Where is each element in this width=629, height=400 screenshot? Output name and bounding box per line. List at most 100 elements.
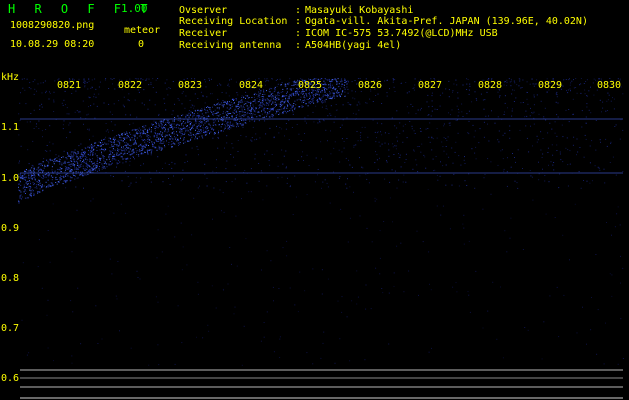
- signal-dot: [331, 84, 333, 86]
- signal-dot: [25, 182, 27, 184]
- signal-dot: [269, 88, 270, 90]
- signal-dot: [232, 147, 234, 149]
- x-tick-label: 0830: [597, 80, 622, 91]
- signal-dot: [80, 165, 82, 167]
- signal-dot: [567, 79, 569, 81]
- signal-dot: [171, 161, 173, 163]
- signal-dot: [449, 228, 451, 230]
- signal-dot: [108, 164, 110, 166]
- signal-dot: [266, 185, 268, 187]
- signal-dot: [166, 79, 168, 81]
- signal-dot: [261, 106, 263, 108]
- signal-dot: [139, 149, 141, 150]
- signal-dot: [399, 133, 401, 134]
- signal-dot: [431, 92, 433, 94]
- signal-dot: [148, 364, 150, 366]
- signal-dot: [141, 148, 143, 149]
- signal-dot: [310, 100, 312, 102]
- signal-dot: [119, 143, 121, 145]
- signal-dot: [44, 150, 46, 152]
- signal-dot: [263, 109, 265, 111]
- signal-dot: [293, 84, 295, 86]
- signal-dot: [264, 84, 266, 86]
- signal-dot: [241, 125, 243, 127]
- signal-dot: [142, 153, 144, 155]
- signal-dot: [67, 175, 69, 177]
- signal-dot: [105, 123, 107, 124]
- signal-dot: [272, 115, 274, 116]
- signal-dot: [189, 128, 191, 130]
- signal-dot: [607, 92, 609, 94]
- signal-dot: [141, 149, 143, 151]
- signal-dot: [69, 131, 71, 133]
- signal-dot: [585, 122, 587, 124]
- signal-dot: [504, 81, 506, 83]
- signal-dot: [543, 116, 545, 118]
- signal-dot: [589, 145, 591, 147]
- signal-dot: [396, 187, 398, 189]
- signal-dot: [63, 175, 65, 177]
- signal-dot: [131, 129, 133, 131]
- signal-dot: [325, 95, 327, 97]
- signal-dot: [153, 141, 155, 143]
- signal-dot: [18, 202, 20, 204]
- signal-dot: [509, 237, 511, 239]
- signal-dot: [506, 81, 508, 83]
- signal-dot: [103, 167, 105, 169]
- signal-dot: [365, 173, 367, 175]
- signal-dot: [110, 151, 112, 153]
- signal-dot: [80, 158, 82, 159]
- signal-dot: [118, 134, 120, 136]
- signal-dot: [24, 89, 26, 91]
- signal-dot: [215, 132, 216, 134]
- signal-dot: [303, 92, 304, 94]
- signal-dot: [338, 177, 340, 179]
- signal-dot: [157, 156, 159, 158]
- signal-dot: [175, 124, 177, 126]
- signal-dot: [273, 96, 275, 98]
- signal-dot: [198, 133, 200, 135]
- signal-dot: [332, 88, 334, 90]
- signal-dot: [66, 107, 68, 109]
- signal-dot: [283, 112, 284, 114]
- signal-dot: [338, 92, 340, 94]
- signal-dot: [509, 125, 511, 127]
- signal-dot: [92, 169, 94, 171]
- x-tick-label: 0829: [538, 80, 563, 91]
- signal-dot: [316, 93, 318, 95]
- signal-dot: [467, 79, 469, 80]
- signal-dot: [169, 88, 171, 89]
- signal-dot: [112, 157, 114, 159]
- signal-dot: [271, 88, 273, 90]
- signal-dot: [206, 185, 208, 187]
- signal-dot: [24, 189, 26, 191]
- signal-dot: [295, 93, 297, 95]
- signal-dot: [138, 145, 140, 147]
- signal-dot: [559, 173, 561, 175]
- signal-dot: [59, 177, 61, 179]
- signal-dot: [246, 105, 248, 107]
- signal-dot: [70, 156, 71, 158]
- signal-dot: [165, 128, 166, 130]
- signal-dot: [200, 122, 202, 123]
- signal-dot: [234, 178, 236, 180]
- signal-dot: [21, 198, 22, 200]
- signal-dot: [457, 108, 459, 110]
- signal-dot: [20, 92, 21, 94]
- signal-dot: [109, 111, 111, 113]
- signal-dot: [62, 124, 64, 126]
- signal-dot: [482, 327, 484, 329]
- signal-dot: [203, 117, 205, 119]
- signal-dot: [137, 128, 139, 130]
- signal-dot: [325, 79, 327, 81]
- signal-dot: [542, 138, 544, 139]
- signal-dot: [615, 124, 617, 126]
- signal-dot: [336, 90, 338, 92]
- signal-dot: [576, 154, 577, 156]
- signal-dot: [191, 78, 193, 80]
- signal-dot: [45, 176, 47, 178]
- signal-dot: [381, 288, 383, 289]
- signal-dot: [586, 343, 587, 345]
- signal-dot: [69, 176, 71, 178]
- signal-dot: [288, 139, 290, 141]
